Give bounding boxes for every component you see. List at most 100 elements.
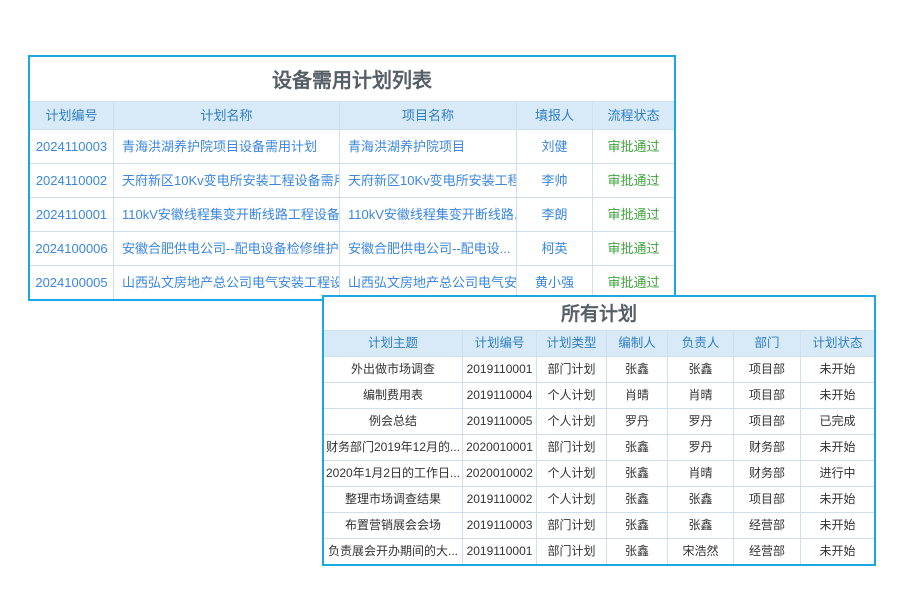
table-cell: 项目部: [734, 357, 801, 382]
plans-table-header-row: 计划主题 计划编号 计划类型 编制人 负责人 部门 计划状态: [324, 331, 874, 357]
column-header-flow-status: 流程状态: [593, 102, 674, 129]
table-cell: 肖晴: [607, 383, 668, 408]
table-cell: 部门计划: [537, 357, 607, 382]
table-cell: 个人计划: [537, 409, 607, 434]
table-cell: 山西弘文房地产总公司电气安装工程设备...: [114, 266, 340, 299]
table-cell: 2019110001: [463, 357, 537, 382]
table-row[interactable]: 负责展会开办期间的大...2019110001部门计划张鑫宋浩然经营部未开始: [324, 539, 874, 564]
column-header-plan-type: 计划类型: [537, 331, 607, 356]
column-header-plan-number: 计划编号: [463, 331, 537, 356]
table-cell: 2019110004: [463, 383, 537, 408]
table-cell: 张鑫: [607, 357, 668, 382]
table-cell: 2019110001: [463, 539, 537, 564]
table-row[interactable]: 2024110001110kV安徽线程集变开断线路工程设备需...110kV安徽…: [30, 198, 674, 232]
table-cell: 个人计划: [537, 461, 607, 486]
table-row[interactable]: 2020年1月2日的工作日...2020010002个人计划张鑫肖晴财务部进行中: [324, 461, 874, 487]
table-cell: 经营部: [734, 539, 801, 564]
table-cell: 110kV安徽线程集变开断线路...: [340, 198, 517, 231]
table-cell: 经营部: [734, 513, 801, 538]
table-row[interactable]: 例会总结2019110005个人计划罗丹罗丹项目部已完成: [324, 409, 874, 435]
table-row[interactable]: 财务部门2019年12月的...2020010001部门计划张鑫罗丹财务部未开始: [324, 435, 874, 461]
table-cell: 未开始: [801, 435, 874, 460]
table-cell: 青海洪湖养护院项目设备需用计划: [114, 130, 340, 163]
column-header-department: 部门: [734, 331, 801, 356]
table-cell: 2019110003: [463, 513, 537, 538]
table-cell: 编制费用表: [324, 383, 463, 408]
table-cell: 2024110003: [30, 130, 114, 163]
table-cell: 审批通过: [593, 130, 674, 163]
table-cell: 项目部: [734, 383, 801, 408]
table-row[interactable]: 编制费用表2019110004个人计划肖晴肖晴项目部未开始: [324, 383, 874, 409]
table-cell: 2024100005: [30, 266, 114, 299]
column-header-project-name: 项目名称: [340, 102, 517, 129]
table-cell: 安徽合肥供电公司--配电设...: [340, 232, 517, 265]
table-cell: 张鑫: [668, 513, 734, 538]
table-cell: 张鑫: [607, 461, 668, 486]
table-cell: 张鑫: [668, 357, 734, 382]
table-row[interactable]: 整理市场调查结果2019110002个人计划张鑫张鑫项目部未开始: [324, 487, 874, 513]
table-cell: 张鑫: [607, 513, 668, 538]
table-cell: 财务部: [734, 435, 801, 460]
table-cell: 天府新区10Kv变电所安装工程: [340, 164, 517, 197]
table-cell: 李帅: [517, 164, 593, 197]
table-cell: 审批通过: [593, 198, 674, 231]
table-cell: 部门计划: [537, 513, 607, 538]
table-cell: 未开始: [801, 487, 874, 512]
table-cell: 例会总结: [324, 409, 463, 434]
table-row[interactable]: 布置营销展会会场2019110003部门计划张鑫张鑫经营部未开始: [324, 513, 874, 539]
table-cell: 张鑫: [607, 487, 668, 512]
equipment-plan-list-panel: 设备需用计划列表 计划编号 计划名称 项目名称 填报人 流程状态 2024110…: [28, 55, 676, 301]
table-cell: 青海洪湖养护院项目: [340, 130, 517, 163]
table-cell: 2024110001: [30, 198, 114, 231]
table-cell: 张鑫: [668, 487, 734, 512]
table-cell: 财务部: [734, 461, 801, 486]
table-cell: 2024110002: [30, 164, 114, 197]
table-cell: 负责展会开办期间的大...: [324, 539, 463, 564]
table-cell: 部门计划: [537, 539, 607, 564]
table-cell: 项目部: [734, 487, 801, 512]
table-cell: 宋浩然: [668, 539, 734, 564]
all-plans-panel: 所有计划 计划主题 计划编号 计划类型 编制人 负责人 部门 计划状态 外出做市…: [322, 295, 876, 566]
table-cell: 肖晴: [668, 383, 734, 408]
table-cell: 布置营销展会会场: [324, 513, 463, 538]
equipment-table-body: 2024110003青海洪湖养护院项目设备需用计划青海洪湖养护院项目刘健审批通过…: [30, 130, 674, 299]
table-cell: 未开始: [801, 539, 874, 564]
table-row[interactable]: 2024110003青海洪湖养护院项目设备需用计划青海洪湖养护院项目刘健审批通过: [30, 130, 674, 164]
table-row[interactable]: 2024100006安徽合肥供电公司--配电设备检修维护和...安徽合肥供电公司…: [30, 232, 674, 266]
column-header-plan-name: 计划名称: [114, 102, 340, 129]
column-header-plan-status: 计划状态: [801, 331, 874, 356]
table-cell: 2020010002: [463, 461, 537, 486]
table-cell: 整理市场调查结果: [324, 487, 463, 512]
table-cell: 未开始: [801, 513, 874, 538]
table-cell: 2024100006: [30, 232, 114, 265]
table-row[interactable]: 2024110002天府新区10Kv变电所安装工程设备需用...天府新区10Kv…: [30, 164, 674, 198]
table-cell: 罗丹: [668, 409, 734, 434]
table-cell: 外出做市场调查: [324, 357, 463, 382]
table-cell: 2020010001: [463, 435, 537, 460]
table-cell: 110kV安徽线程集变开断线路工程设备需...: [114, 198, 340, 231]
table-cell: 张鑫: [607, 539, 668, 564]
table-row[interactable]: 外出做市场调查2019110001部门计划张鑫张鑫项目部未开始: [324, 357, 874, 383]
all-plans-title: 所有计划: [324, 297, 874, 331]
table-cell: 2020年1月2日的工作日...: [324, 461, 463, 486]
table-cell: 审批通过: [593, 232, 674, 265]
column-header-reporter: 填报人: [517, 102, 593, 129]
plans-table-body: 外出做市场调查2019110001部门计划张鑫张鑫项目部未开始编制费用表2019…: [324, 357, 874, 564]
table-cell: 李朗: [517, 198, 593, 231]
table-cell: 肖晴: [668, 461, 734, 486]
table-cell: 刘健: [517, 130, 593, 163]
equipment-plan-list-title: 设备需用计划列表: [30, 57, 674, 102]
table-cell: 2019110002: [463, 487, 537, 512]
column-header-plan-number: 计划编号: [30, 102, 114, 129]
column-header-compiler: 编制人: [607, 331, 668, 356]
table-cell: 部门计划: [537, 435, 607, 460]
table-cell: 2019110005: [463, 409, 537, 434]
table-cell: 天府新区10Kv变电所安装工程设备需用...: [114, 164, 340, 197]
table-cell: 个人计划: [537, 383, 607, 408]
table-cell: 罗丹: [668, 435, 734, 460]
table-cell: 审批通过: [593, 164, 674, 197]
table-cell: 柯英: [517, 232, 593, 265]
table-cell: 未开始: [801, 357, 874, 382]
column-header-owner: 负责人: [668, 331, 734, 356]
table-cell: 进行中: [801, 461, 874, 486]
